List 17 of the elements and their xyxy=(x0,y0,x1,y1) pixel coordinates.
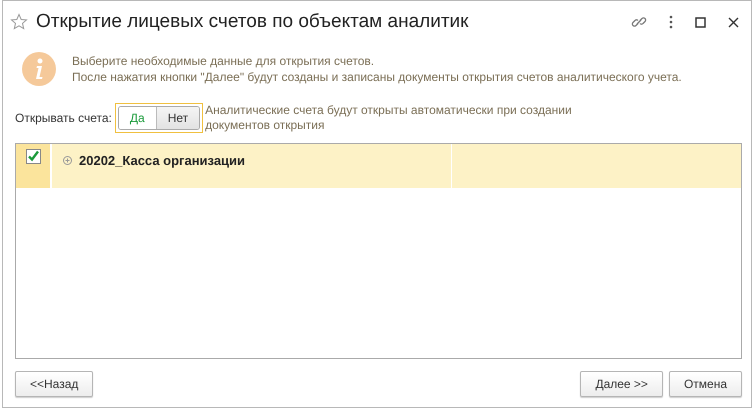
window-title: Открытие лицевых счетов по объектам аналитик xyxy=(36,11,470,33)
next-button[interactable]: Далее >> xyxy=(580,371,663,397)
maximize-icon[interactable] xyxy=(695,16,706,28)
field-label: Открывать счета: xyxy=(15,111,112,125)
info-text: Выберите необходимые данные для открытия счетов. xyxy=(72,53,376,69)
hint-text: Аналитические счета будут открыты автоматически при создании документов открытия xyxy=(205,103,573,133)
expand-icon[interactable] xyxy=(63,156,72,165)
info-icon xyxy=(22,52,56,86)
cancel-button[interactable]: Отмена xyxy=(668,371,742,397)
toggle-option[interactable]: Нет xyxy=(156,107,200,129)
account-name: 20202_Касса организации xyxy=(79,153,246,168)
back-button[interactable]: <<Назад xyxy=(15,371,94,397)
checkbox[interactable] xyxy=(26,149,40,164)
info-text: После нажатия кнопки "Далее" будут созданы и записаны документы открытия счетов аналитического учета. xyxy=(72,69,682,85)
close-icon[interactable] xyxy=(728,16,739,28)
more-icon[interactable] xyxy=(669,15,673,29)
star-icon[interactable] xyxy=(10,13,28,31)
